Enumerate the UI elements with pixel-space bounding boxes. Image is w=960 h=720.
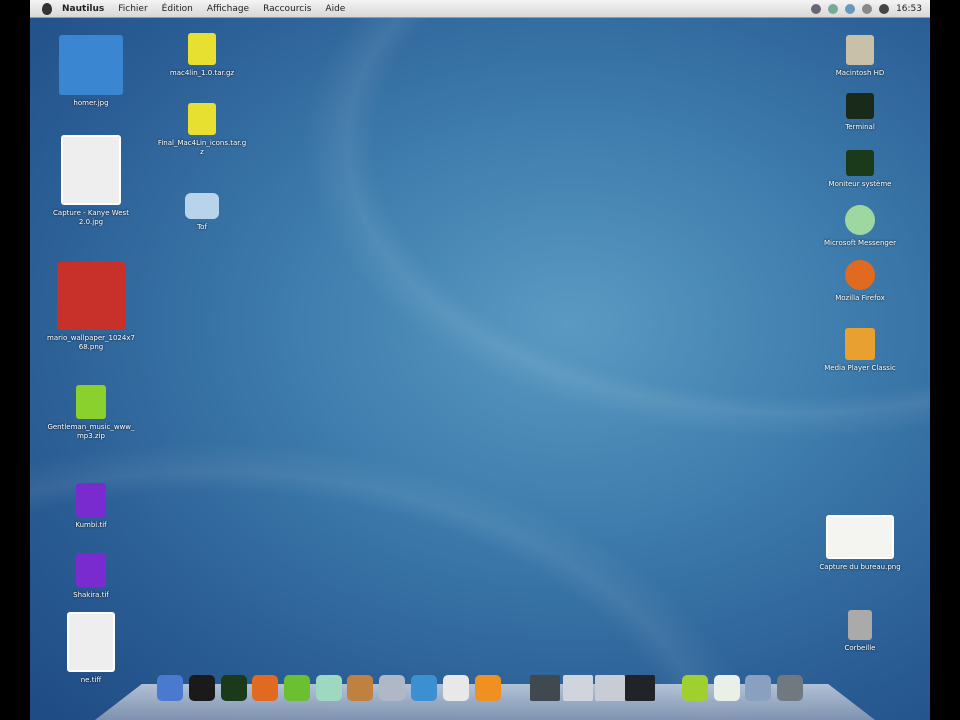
image-purple-icon <box>76 483 106 517</box>
desktop-icon-image-homer[interactable]: homer.jpg <box>46 35 136 108</box>
apple-menu-icon[interactable] <box>42 2 52 15</box>
dock-window2-icon[interactable] <box>563 675 593 701</box>
menu-bar: Nautilus Fichier Édition Affichage Racco… <box>30 0 930 18</box>
desktop-icon-screenshot[interactable]: Capture du bureau.png <box>815 515 905 572</box>
desktop-icon-label: Gentleman_music_www_mp3.zip <box>47 423 135 440</box>
desktop-icon-archive[interactable]: Gentleman_music_www_mp3.zip <box>46 385 136 441</box>
image-homer-icon <box>59 35 123 95</box>
desktop-icon-label: mario_wallpaper_1024x768.png <box>47 334 135 351</box>
photo-icon <box>67 612 115 672</box>
screenshot-icon <box>826 515 894 559</box>
messenger-tray-icon[interactable] <box>828 3 839 14</box>
menu-affichage[interactable]: Affichage <box>207 4 249 14</box>
dock-android2-icon[interactable] <box>682 675 708 701</box>
menu-fichier[interactable]: Fichier <box>118 4 147 14</box>
dock-finder-icon[interactable] <box>157 675 183 701</box>
desktop-icon-label: Capture du bureau.png <box>819 563 901 571</box>
terminal-icon <box>846 93 874 119</box>
folder-icon <box>185 193 219 219</box>
desktop-icon-photo[interactable]: ne.tiff <box>46 612 136 685</box>
dock-vlc-icon[interactable] <box>475 675 501 701</box>
desktop-icon-label: homer.jpg <box>73 99 109 107</box>
dock-terminal-icon[interactable] <box>189 675 215 701</box>
dock-monitor-icon[interactable] <box>221 675 247 701</box>
dock-window1-icon[interactable] <box>530 675 560 701</box>
desktop-icon-label: ne.tiff <box>80 676 102 684</box>
desktop-icon-label: Final_Mac4Lin_icons.tar.gz <box>157 139 247 156</box>
desktop-icon-folder[interactable]: Tof <box>157 193 247 232</box>
desktop-icon-label: Corbeille <box>844 644 876 652</box>
dock-cd-icon[interactable] <box>714 675 740 701</box>
image-mario-icon <box>57 262 125 330</box>
dock-pidgin-icon[interactable] <box>379 675 405 701</box>
status-tray: 16:53 <box>811 3 930 14</box>
dock-trash-icon[interactable] <box>777 675 803 701</box>
desktop-icon-player[interactable]: Media Player Classic <box>815 328 905 373</box>
trash-icon <box>848 610 872 640</box>
drive-icon <box>846 35 874 65</box>
volume-icon[interactable] <box>879 3 890 14</box>
firefox-icon <box>845 260 875 290</box>
desktop-icon-archive[interactable]: Final_Mac4Lin_icons.tar.gz <box>157 103 247 157</box>
dock-downloads-icon[interactable] <box>745 675 771 701</box>
monitor-icon <box>846 150 874 176</box>
desktop-icon-archive[interactable]: mac4lin_1.0.tar.gz <box>157 33 247 78</box>
desktop-icon-photo[interactable]: Capture - Kanye West 2.0.jpg <box>46 135 136 227</box>
dock-mail-icon[interactable] <box>443 675 469 701</box>
archive-icon <box>188 103 216 135</box>
desktop-icon-label: Terminal <box>845 123 875 131</box>
player-icon <box>845 328 875 360</box>
desktop-icon-label: Mozilla Firefox <box>835 294 885 302</box>
dock-window3-icon[interactable] <box>595 675 625 701</box>
image-purple-icon <box>76 553 106 587</box>
desktop-icon-messenger[interactable]: Microsoft Messenger <box>815 205 905 248</box>
menu-aide[interactable]: Aide <box>325 4 345 14</box>
desktop-icon-monitor[interactable]: Moniteur système <box>815 150 905 189</box>
archive-icon <box>188 33 216 65</box>
desktop-icon-label: Capture - Kanye West 2.0.jpg <box>53 209 129 226</box>
desktop-icon-label: Macintosh HD <box>835 69 885 77</box>
desktop-icon-image-mario[interactable]: mario_wallpaper_1024x768.png <box>46 262 136 352</box>
menu-raccourcis[interactable]: Raccourcis <box>263 4 311 14</box>
messenger-icon <box>845 205 875 235</box>
desktop-icon-terminal[interactable]: Terminal <box>815 93 905 132</box>
archive-icon <box>76 385 106 419</box>
desktop-icon-label: Kumbi.tif <box>75 521 107 529</box>
desktop-icon-drive[interactable]: Macintosh HD <box>815 35 905 78</box>
dock-messenger-icon[interactable] <box>316 675 342 701</box>
dock-window4-icon[interactable] <box>625 675 655 701</box>
dock-skype-icon[interactable] <box>411 675 437 701</box>
update-icon[interactable] <box>845 3 856 14</box>
desktop-icon-image-purple[interactable]: Shakira.tif <box>46 553 136 600</box>
desktop-icon-trash[interactable]: Corbeille <box>815 610 905 653</box>
clock[interactable]: 16:53 <box>896 4 922 14</box>
desktop-icon-label: Moniteur système <box>828 180 892 188</box>
desktop[interactable]: Nautilus Fichier Édition Affichage Racco… <box>30 0 930 720</box>
network-icon[interactable] <box>811 3 822 14</box>
desktop-icon-image-purple[interactable]: Kumbi.tif <box>46 483 136 530</box>
bluetooth-icon[interactable] <box>862 3 873 14</box>
desktop-icon-label: Microsoft Messenger <box>823 239 897 247</box>
desktop-icon-label: Media Player Classic <box>824 364 896 372</box>
desktop-icon-label: Tof <box>197 223 207 231</box>
photo-icon <box>61 135 121 205</box>
menu-app-name[interactable]: Nautilus <box>62 4 104 14</box>
dock-android-icon[interactable] <box>284 675 310 701</box>
desktop-icon-label: Shakira.tif <box>73 591 109 599</box>
menu-edition[interactable]: Édition <box>162 4 193 14</box>
dock-gimp-icon[interactable] <box>347 675 373 701</box>
desktop-icon-firefox[interactable]: Mozilla Firefox <box>815 260 905 303</box>
dock-firefox-icon[interactable] <box>252 675 278 701</box>
desktop-icon-label: mac4lin_1.0.tar.gz <box>169 69 235 77</box>
